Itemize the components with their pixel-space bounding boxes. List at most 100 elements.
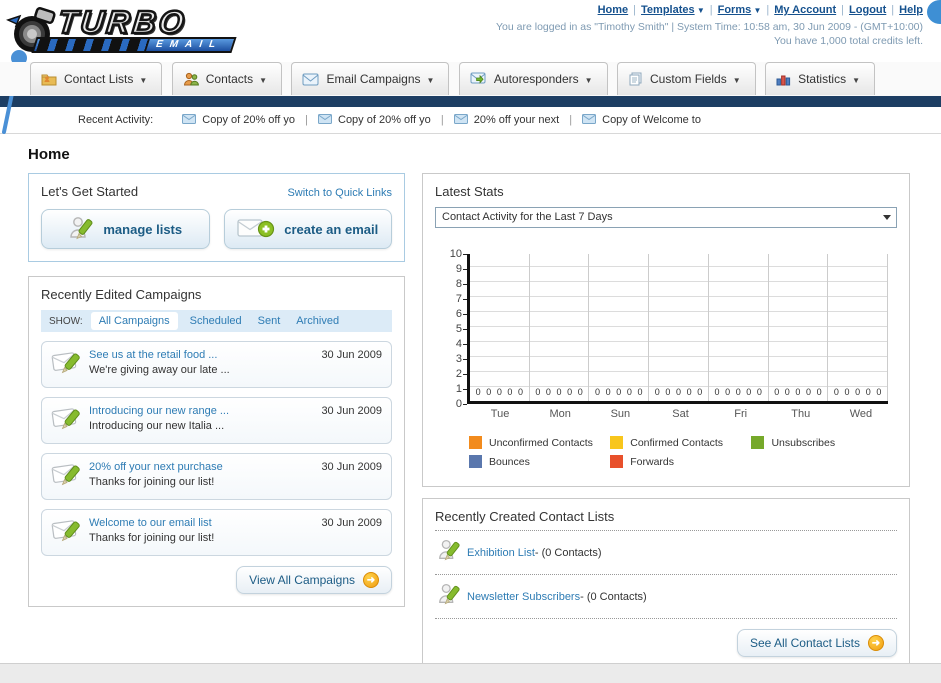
legend-label: Forwards (630, 455, 674, 468)
tab-contact-lists[interactable]: Contact Lists ▼ (30, 62, 163, 95)
tab-label: Contact Lists (64, 72, 134, 86)
contact-activity-chart: 0 1 2 3 4 5 6 7 8 9 10 000000000000000000000000000… (435, 248, 897, 474)
top-nav-link-help[interactable]: Help (899, 4, 923, 16)
app-window: TURBO EMAIL Home | Templates ▼ | Forms ▼ | My … (0, 0, 941, 683)
tab-autoresponders[interactable]: Autoresponders ▼ (458, 62, 608, 95)
bar-value: 0 (816, 387, 822, 397)
campaign-card[interactable]: Introducing our new range ... Introducin… (41, 397, 392, 444)
filter-archived[interactable]: Archived (296, 315, 339, 327)
nav-separator: | (841, 4, 845, 16)
legend-label: Bounces (489, 455, 530, 468)
contact-list-count: - (0 Contacts) (534, 546, 602, 559)
bar-value: 0 (665, 387, 671, 397)
legend-item: Confirmed Contacts (610, 436, 751, 449)
tab-contacts[interactable]: Contacts ▼ (171, 62, 283, 98)
y-tick-label: 6 (455, 308, 462, 320)
campaign-title-link[interactable]: 20% off your next purchase (89, 461, 313, 473)
see-all-contact-lists-button[interactable]: See All Contact Lists ➜ (736, 629, 897, 657)
campaign-date: 30 Jun 2009 (321, 349, 382, 361)
bar-value: 0 (545, 387, 551, 397)
switch-quick-links-link[interactable]: Switch to Quick Links (287, 187, 392, 199)
recent-activity-item[interactable]: Copy of 20% off yo (182, 114, 295, 126)
x-tick-label: Sat (672, 408, 689, 420)
manage-lists-label: manage lists (103, 221, 183, 237)
bar-value: 0 (518, 387, 524, 397)
bar-value: 0 (795, 387, 801, 397)
x-tick-label: Tue (490, 408, 510, 420)
manage-lists-button[interactable]: manage lists (41, 209, 210, 249)
campaign-card[interactable]: 20% off your next purchase Thanks for jo… (41, 453, 392, 500)
activity-item-label: Copy of 20% off yo (202, 114, 296, 126)
top-nav-link-templates[interactable]: Templates (641, 4, 695, 16)
bar-value: 0 (774, 387, 780, 397)
bar-value: 0 (855, 387, 861, 397)
campaign-date: 30 Jun 2009 (321, 461, 382, 473)
y-tick-label: 7 (455, 293, 462, 305)
legend-item: Bounces (469, 455, 610, 468)
top-nav-link-forms[interactable]: Forms (718, 4, 752, 16)
campaign-title-link[interactable]: See us at the retail food ... (89, 349, 313, 361)
bar-value-labels: 00000 (709, 387, 768, 401)
legend-swatch (610, 436, 624, 449)
envelope-icon (318, 108, 332, 134)
contact-list-count: - (0 Contacts) (580, 590, 647, 603)
bar-value: 0 (714, 387, 720, 397)
x-tick-label: Sun (610, 408, 631, 420)
recent-activity-item[interactable]: Copy of Welcome to (582, 114, 701, 126)
main-area: Home Let's Get Started Switch to Quick L… (0, 134, 941, 663)
custom-fields-pages-icon (628, 66, 643, 98)
campaign-title-link[interactable]: Welcome to our email list (89, 517, 313, 529)
chart-day-group: 00000 (589, 254, 650, 401)
bar-value: 0 (654, 387, 660, 397)
nav-separator: | (709, 4, 713, 16)
bar-value: 0 (876, 387, 882, 397)
tab-custom-fields[interactable]: Custom Fields ▼ (617, 62, 756, 95)
campaign-title-link[interactable]: Introducing our new range ... (89, 405, 313, 417)
bar-value-labels: 00000 (828, 387, 887, 401)
bar-value: 0 (686, 387, 692, 397)
tab-email-campaigns[interactable]: Email Campaigns ▼ (291, 62, 450, 95)
recent-contact-lists-panel: Recently Created Contact Lists Exhibitio… (422, 498, 910, 663)
campaign-card[interactable]: See us at the retail food ... We're givi… (41, 341, 392, 388)
turbo-email-logo: TURBO EMAIL (6, 3, 251, 58)
tab-label: Autoresponders (493, 72, 579, 86)
y-tick-mark (463, 404, 467, 405)
top-nav-link-home[interactable]: Home (598, 4, 629, 16)
filter-sent[interactable]: Sent (258, 315, 281, 327)
filter-all-campaigns[interactable]: All Campaigns (90, 312, 178, 330)
see-all-label: See All Contact Lists (749, 636, 860, 650)
bar-value: 0 (595, 387, 601, 397)
recent-activity-label: Recent Activity: (78, 114, 154, 126)
top-nav-link-my-account[interactable]: My Account (774, 4, 836, 16)
create-email-button[interactable]: create an email (223, 209, 392, 249)
login-info: You are logged in as "Timothy Smith" | S… (496, 21, 923, 33)
bar-value: 0 (675, 387, 681, 397)
campaigns-title: Recently Edited Campaigns (41, 287, 202, 302)
bar-value-labels: 00000 (649, 387, 708, 401)
tab-statistics[interactable]: Statistics ▼ (765, 62, 876, 95)
main-nav: Contact Lists ▼ Contacts ▼ Email Campaigns… (0, 62, 941, 96)
chevron-down-icon: ▼ (139, 76, 148, 85)
recent-activity-bar: Recent Activity: Copy of 20% off yo | Co… (0, 107, 941, 134)
legend-item: Unsubscribes (751, 436, 892, 449)
arrow-right-icon: ➜ (363, 572, 379, 588)
contact-list-link[interactable]: Newsletter Subscribers (467, 591, 580, 603)
view-all-campaigns-button[interactable]: View All Campaigns ➜ (236, 566, 392, 594)
chart-day-group: 00000 (828, 254, 889, 401)
filter-scheduled[interactable]: Scheduled (190, 315, 242, 327)
y-tick-label: 1 (455, 383, 462, 395)
recent-activity-item[interactable]: 20% off your next (453, 114, 559, 126)
view-all-label: View All Campaigns (249, 573, 355, 587)
chevron-down-icon: ▼ (259, 76, 268, 85)
top-nav-link-logout[interactable]: Logout (849, 4, 886, 16)
bar-value: 0 (577, 387, 583, 397)
campaign-card[interactable]: Welcome to our email list Thanks for joi… (41, 509, 392, 556)
recent-activity-item[interactable]: Copy of 20% off yo (318, 114, 431, 126)
legend-item: Unconfirmed Contacts (469, 436, 610, 449)
contacts-people-icon (183, 66, 199, 98)
envelope-plus-icon (237, 216, 275, 243)
stats-report-select[interactable]: Contact Activity for the Last 7 Days (435, 207, 897, 228)
envelope-pencil-icon (51, 349, 89, 380)
nav-separator: | (766, 4, 770, 16)
contact-list-link[interactable]: Exhibition List (467, 547, 535, 559)
